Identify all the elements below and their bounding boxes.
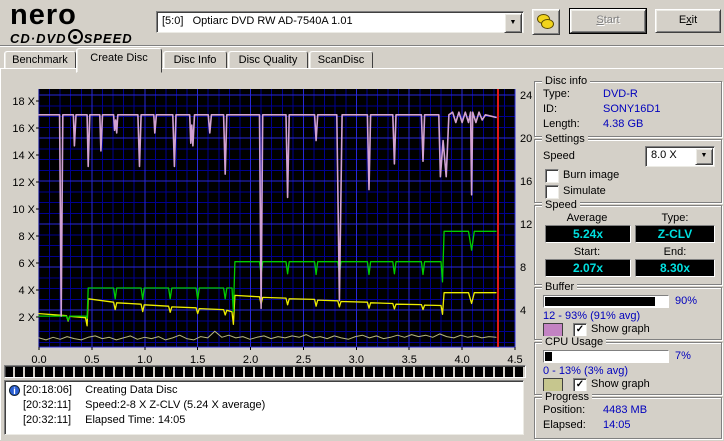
disc-length-label: Length: bbox=[543, 118, 580, 130]
svg-text:18 X: 18 X bbox=[12, 96, 35, 108]
start-speed-value: 2.07x bbox=[545, 259, 631, 277]
cpu-bar-fill bbox=[545, 352, 552, 361]
speed-group: Speed Average Type: 5.24x Z-CLV Start: E… bbox=[534, 199, 722, 285]
buffer-percent: 90% bbox=[675, 295, 698, 307]
group-title: Settings bbox=[542, 133, 588, 145]
position-label: Position: bbox=[543, 404, 586, 416]
exit-button[interactable]: Exit bbox=[655, 9, 721, 33]
elapsed-label: Elapsed: bbox=[543, 419, 586, 431]
start-button-label: Start bbox=[596, 14, 620, 26]
cpu-bar bbox=[543, 350, 669, 363]
svg-text:12 X: 12 X bbox=[12, 177, 35, 189]
disc-length-value: 4.38 GB bbox=[603, 118, 644, 130]
average-speed-label: Average bbox=[566, 212, 608, 224]
log-time: [20:32:11] bbox=[23, 414, 72, 426]
write-progress-bar bbox=[4, 365, 526, 378]
checkmark-icon: ✓ bbox=[575, 379, 585, 390]
start-speed-label: Start: bbox=[573, 246, 601, 258]
disc-id-value: SONY16D1 bbox=[603, 103, 661, 115]
speed-setting-label: Speed bbox=[543, 150, 575, 162]
buffer-show-graph-checkbox[interactable]: ✓ bbox=[573, 323, 587, 337]
svg-text:20: 20 bbox=[520, 133, 532, 145]
app-window: nero CD·DVD SPEED [5:0] Optiarc DVD RW AD… bbox=[0, 0, 724, 441]
buffer-group: Buffer 90% 12 - 93% (91% avg) ✓ Show gra… bbox=[534, 281, 722, 340]
svg-text:10 X: 10 X bbox=[12, 204, 35, 216]
burn-image-label: Burn image bbox=[563, 169, 620, 181]
average-speed-value: 5.24x bbox=[545, 225, 631, 243]
group-title: Buffer bbox=[542, 281, 578, 293]
burn-image-checkbox[interactable] bbox=[545, 169, 559, 183]
buffer-bar bbox=[543, 295, 669, 308]
speed-chart: 18 X 16 X 14 X 12 X 10 X 8 X 6 X 4 X 2 X 24 20 16 12… bbox=[12, 89, 532, 366]
group-title: Speed bbox=[542, 199, 580, 211]
disc-type-value: DVD-R bbox=[603, 88, 638, 100]
log-time: [20:18:06] bbox=[23, 384, 72, 396]
options-button[interactable] bbox=[532, 9, 560, 35]
logo-nero-text: nero bbox=[10, 0, 77, 31]
log-time: [20:32:11] bbox=[23, 399, 72, 411]
tab-create-disc[interactable]: Create Disc bbox=[76, 48, 162, 73]
cpu-percent: 7% bbox=[675, 350, 691, 362]
create-disc-page: 18 X 16 X 14 X 12 X 10 X 8 X 6 X 4 X 2 X 24 20 16 12… bbox=[0, 68, 723, 440]
disc-id-label: ID: bbox=[543, 103, 558, 115]
svg-text:16: 16 bbox=[520, 176, 532, 188]
app-logo: nero CD·DVD SPEED bbox=[10, 0, 152, 47]
speed-select[interactable]: 8.0 X ▼ bbox=[645, 146, 715, 167]
simulate-checkbox[interactable] bbox=[545, 185, 559, 199]
log-text: Creating Data Disc bbox=[85, 384, 178, 396]
speed-type-label: Type: bbox=[661, 212, 689, 224]
simulate-label: Simulate bbox=[563, 185, 606, 197]
log-line: i [20:18:06] Creating Data Disc bbox=[9, 383, 523, 398]
cpu-show-graph-checkbox[interactable]: ✓ bbox=[573, 378, 587, 392]
svg-text:2 X: 2 X bbox=[18, 312, 35, 324]
svg-text:12: 12 bbox=[520, 219, 532, 231]
log-text: Elapsed Time: 14:05 bbox=[85, 414, 186, 426]
speed-select-arrow[interactable]: ▼ bbox=[695, 148, 713, 165]
settings-group: Settings Speed 8.0 X ▼ Burn image Simula… bbox=[534, 133, 722, 203]
buffer-show-graph-label: Show graph bbox=[591, 323, 650, 335]
svg-text:4: 4 bbox=[520, 305, 526, 317]
end-speed-label: End: bbox=[663, 246, 687, 258]
drive-select[interactable]: [5:0] Optiarc DVD RW AD-7540A 1.01 ▼ bbox=[156, 11, 524, 33]
group-title: Disc info bbox=[542, 75, 591, 87]
log-panel: i [20:18:06] Creating Data Disc [20:32:11… bbox=[4, 380, 524, 435]
buffer-range: 12 - 93% (91% avg) bbox=[543, 310, 641, 322]
group-title: Progress bbox=[542, 391, 593, 403]
toolbar-separator bbox=[0, 45, 724, 47]
checkmark-icon: ✓ bbox=[575, 324, 585, 335]
cpu-show-graph-label: Show graph bbox=[591, 378, 650, 390]
disc-info-group: Disc info Type: DVD-R ID: SONY16D1 Lengt… bbox=[534, 75, 722, 137]
log-line: [20:32:11] Elapsed Time: 14:05 bbox=[9, 413, 523, 428]
disc-type-label: Type: bbox=[543, 88, 570, 100]
log-text: Speed:2-8 X Z-CLV (5.24 X average) bbox=[85, 399, 266, 411]
speed-type-value: Z-CLV bbox=[635, 225, 715, 243]
svg-text:24: 24 bbox=[520, 90, 532, 102]
svg-text:16 X: 16 X bbox=[12, 123, 35, 135]
drive-select-value: [5:0] Optiarc DVD RW AD-7540A 1.01 bbox=[162, 15, 353, 27]
position-value: 4483 MB bbox=[603, 404, 648, 416]
svg-text:8 X: 8 X bbox=[18, 231, 35, 243]
speed-select-value: 8.0 X bbox=[651, 149, 677, 161]
exit-button-label: Exit bbox=[678, 14, 698, 26]
cpu-group: CPU Usage 7% 0 - 13% (3% avg) ✓ Show gra… bbox=[534, 336, 722, 395]
drive-select-arrow[interactable]: ▼ bbox=[504, 13, 522, 33]
elapsed-value: 14:05 bbox=[603, 419, 631, 431]
logo-cdspeed-text: CD·DVD SPEED bbox=[10, 29, 133, 46]
buffer-bar-fill bbox=[545, 297, 655, 306]
svg-text:4 X: 4 X bbox=[18, 285, 35, 297]
chevron-down-icon: ▼ bbox=[509, 19, 517, 26]
log-line: [20:32:11] Speed:2-8 X Z-CLV (5.24 X ave… bbox=[9, 398, 523, 413]
cpu-range: 0 - 13% (3% avg) bbox=[543, 365, 628, 377]
svg-text:6 X: 6 X bbox=[18, 258, 35, 270]
start-button[interactable]: Start bbox=[570, 9, 646, 33]
chevron-down-icon: ▼ bbox=[700, 152, 708, 159]
end-speed-value: 8.30x bbox=[635, 259, 715, 277]
svg-text:8: 8 bbox=[520, 262, 526, 274]
info-icon: i bbox=[9, 385, 20, 396]
progress-group: Progress Position: 4483 MB Elapsed: 14:0… bbox=[534, 391, 722, 439]
disc-icon bbox=[67, 29, 83, 44]
group-title: CPU Usage bbox=[542, 336, 607, 348]
svg-text:14 X: 14 X bbox=[12, 150, 35, 162]
